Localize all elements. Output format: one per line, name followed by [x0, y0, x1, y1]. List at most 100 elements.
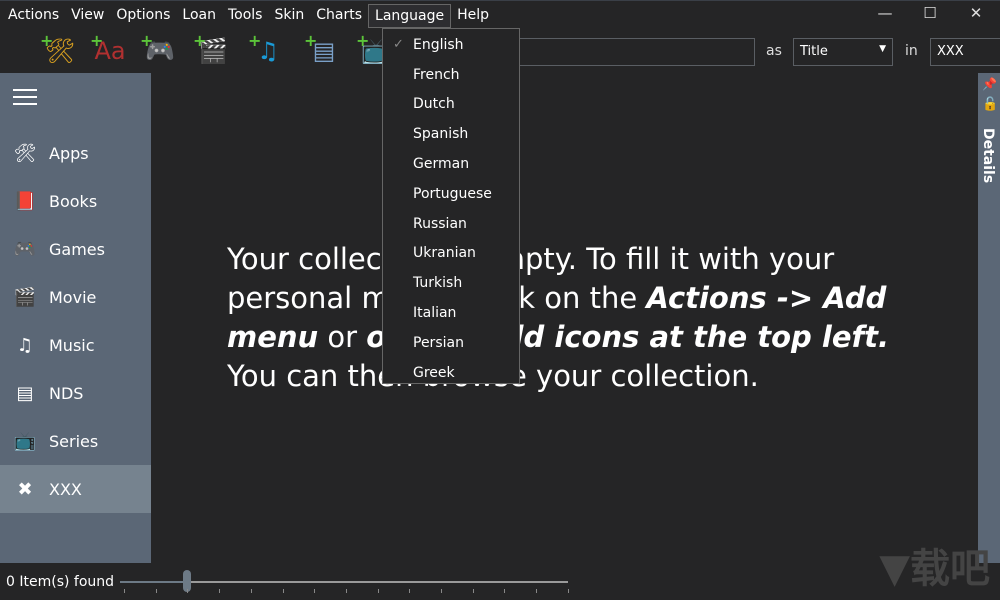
add-apps-button[interactable]: + 🛠 — [40, 31, 78, 69]
sidebar-item-series[interactable]: 📺 Series — [0, 417, 151, 465]
language-option-italian[interactable]: Italian — [383, 298, 519, 328]
search-scope-value: XXX — [937, 44, 964, 59]
items-found-text: 0 Item(s) found — [6, 574, 115, 590]
as-label: as — [766, 43, 782, 59]
language-label: English — [413, 36, 464, 53]
maximize-button[interactable]: ☐ — [907, 4, 953, 26]
slider-tick — [155, 589, 157, 593]
add-movie-button[interactable]: + 🎬 — [193, 31, 231, 69]
plus-icon: + — [356, 31, 370, 50]
slider-tick — [377, 589, 379, 593]
language-option-russian[interactable]: Russian — [383, 209, 519, 239]
search-scope-field[interactable]: XXX — [930, 38, 1000, 66]
sidebar-item-xxx[interactable]: ✖ XXX — [0, 465, 151, 513]
slider-tick — [314, 589, 316, 593]
lock-icon[interactable]: 🔓 — [982, 97, 998, 112]
add-music-button[interactable]: + ♫ — [248, 31, 286, 69]
slider-fill — [120, 581, 188, 583]
sidebar-item-label: Movie — [49, 287, 97, 307]
add-nds-button[interactable]: + ▤ — [304, 31, 342, 69]
plus-icon: + — [40, 31, 54, 50]
menu-help[interactable]: Help — [451, 4, 495, 28]
language-label: Spanish — [413, 126, 469, 143]
menu-tools[interactable]: Tools — [222, 4, 269, 28]
details-panel-tab[interactable]: 📌 🔓 Details — [978, 73, 1000, 563]
menu-skin[interactable]: Skin — [268, 4, 310, 28]
slider-tick — [536, 589, 538, 593]
pin-icon[interactable]: 📌 — [982, 77, 997, 91]
music-icon: ♫ — [16, 334, 34, 356]
sidebar-item-music[interactable]: ♫ Music — [0, 321, 151, 369]
language-label: Turkish — [413, 275, 463, 292]
nds-icon: ▤ — [16, 382, 34, 404]
language-label: Portuguese — [413, 185, 492, 202]
sidebar-item-label: Books — [49, 191, 98, 211]
language-label: German — [413, 156, 470, 173]
close-button[interactable]: ✕ — [953, 4, 999, 26]
toolbar: + 🛠 + Aa + 🎮 + 🎬 + ♫ + ▤ + 📺 — [0, 30, 400, 73]
plus-icon: + — [140, 31, 154, 50]
games-icon: 🎮 — [13, 238, 37, 260]
menu-loan[interactable]: Loan — [176, 4, 222, 28]
sidebar-item-books[interactable]: 📕 Books — [0, 177, 151, 225]
language-option-portuguese[interactable]: Portuguese — [383, 179, 519, 209]
watermark-logo: ▼载吧 — [879, 546, 990, 592]
add-books-button[interactable]: + Aa — [90, 31, 128, 69]
minimize-button[interactable]: — — [862, 4, 908, 26]
language-option-turkish[interactable]: Turkish — [383, 268, 519, 298]
slider-tick — [345, 589, 347, 593]
language-option-greek[interactable]: Greek — [383, 358, 519, 388]
sidebar-item-movie[interactable]: 🎬 Movie — [0, 273, 151, 321]
language-option-dutch[interactable]: Dutch — [383, 90, 519, 120]
slider-tick — [409, 589, 411, 593]
slider-tick — [567, 589, 569, 593]
language-label: Italian — [413, 305, 457, 322]
language-option-german[interactable]: German — [383, 149, 519, 179]
sidebar-item-label: Music — [49, 335, 95, 355]
dropdown-arrow-icon: ▼ — [879, 44, 886, 54]
menu-actions[interactable]: Actions — [2, 4, 65, 28]
sidebar-item-apps[interactable]: 🛠 Apps — [0, 129, 151, 177]
sidebar-item-label: Apps — [49, 143, 89, 163]
plus-icon: + — [248, 31, 262, 50]
search-field-value: Title — [800, 44, 828, 59]
menu-options[interactable]: Options — [110, 4, 176, 28]
in-label: in — [905, 43, 918, 59]
series-icon: 📺 — [13, 430, 37, 452]
sidebar-item-nds[interactable]: ▤ NDS — [0, 369, 151, 417]
menu-charts[interactable]: Charts — [310, 4, 368, 28]
menu-view[interactable]: View — [65, 4, 110, 28]
hamburger-menu-icon[interactable] — [13, 89, 37, 110]
language-option-english[interactable]: ✓ English — [383, 30, 519, 60]
empty-collection-message: Your collection is empty. To fill it wit… — [227, 240, 927, 396]
sidebar-item-games[interactable]: 🎮 Games — [0, 225, 151, 273]
slider-tick — [187, 589, 189, 593]
sidebar-item-label: XXX — [49, 479, 82, 499]
plus-icon: + — [90, 31, 104, 50]
sidebar-item-label: NDS — [49, 383, 84, 403]
check-icon: ✓ — [393, 37, 404, 53]
sidebar-item-label: Games — [49, 239, 105, 259]
menu-bar: Actions View Options Loan Tools Skin Cha… — [0, 0, 1000, 30]
menu-language[interactable]: Language — [368, 3, 452, 28]
language-option-french[interactable]: French — [383, 60, 519, 90]
msg-text-2: or — [318, 320, 367, 354]
language-option-ukranian[interactable]: Ukranian — [383, 239, 519, 269]
language-option-persian[interactable]: Persian — [383, 328, 519, 358]
add-games-button[interactable]: + 🎮 — [140, 31, 178, 69]
language-label: Greek — [413, 364, 455, 381]
language-option-spanish[interactable]: Spanish — [383, 119, 519, 149]
language-label: Persian — [413, 334, 464, 351]
language-label: Russian — [413, 215, 467, 232]
sidebar-item-label: Series — [49, 431, 99, 451]
slider-tick — [282, 589, 284, 593]
slider-tick — [124, 589, 125, 593]
slider-tick — [504, 589, 506, 593]
plus-icon: + — [304, 31, 318, 50]
books-icon: 📕 — [13, 190, 37, 212]
xxx-icon: ✖ — [17, 478, 33, 500]
slider-tick — [250, 589, 252, 593]
details-label: Details — [980, 128, 996, 184]
language-menu: ✓ English French Dutch Spanish German Portugue… — [382, 28, 520, 384]
search-field-select[interactable]: Title ▼ — [793, 38, 893, 66]
